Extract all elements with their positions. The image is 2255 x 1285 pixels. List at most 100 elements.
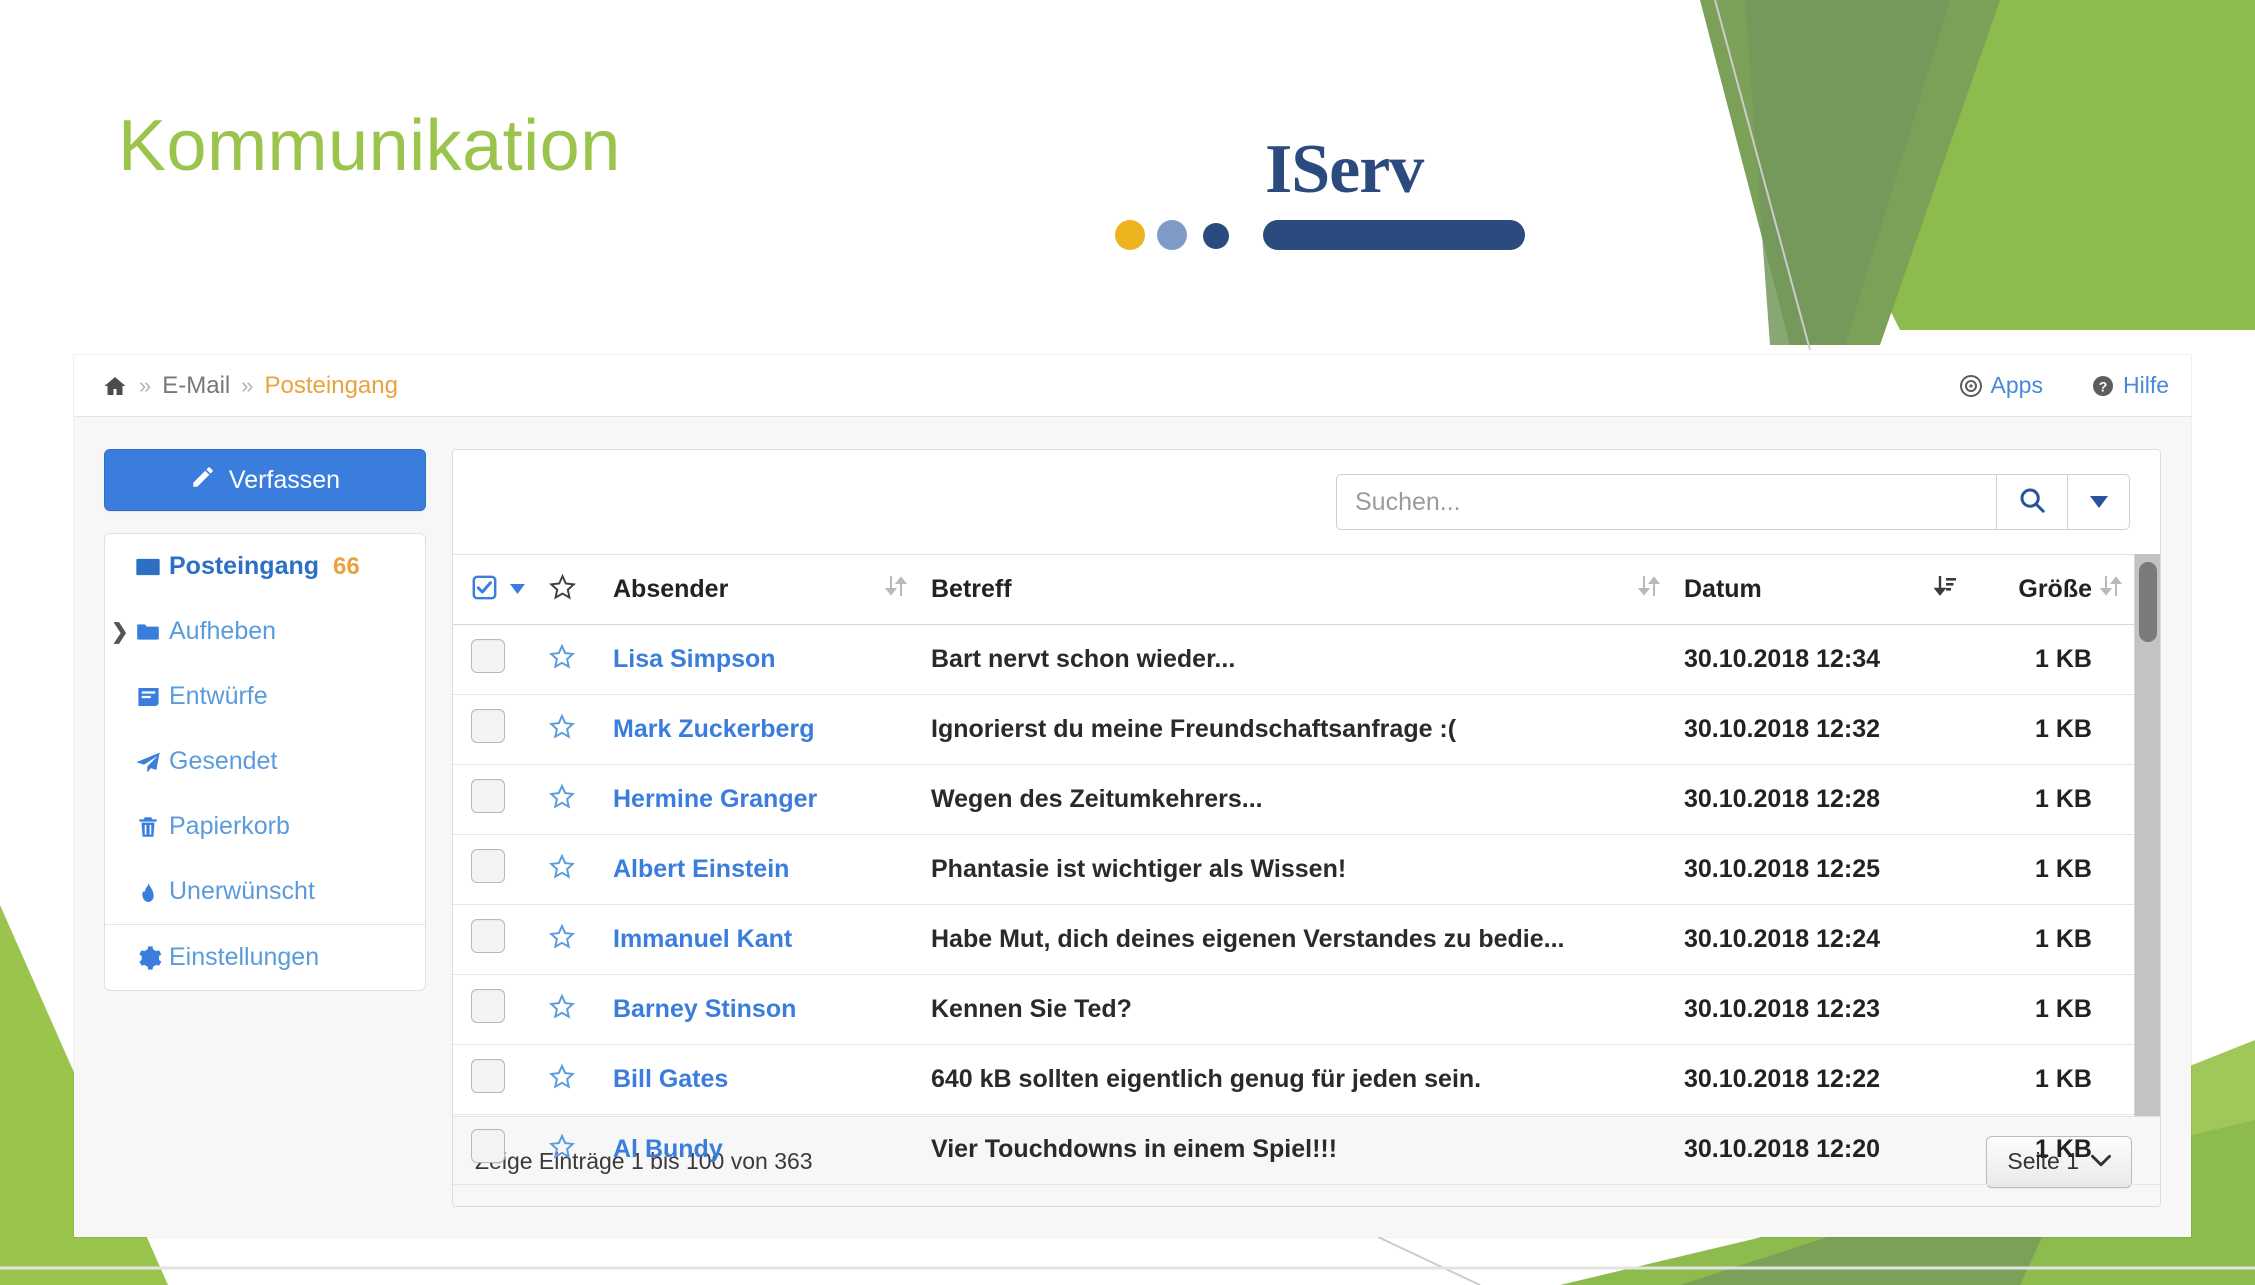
table-row[interactable]: Barney Stinson Kennen Sie Ted? 30.10.2018 …: [453, 975, 2160, 1045]
subject-text[interactable]: Kennen Sie Ted?: [931, 995, 1132, 1023]
row-select-cell[interactable]: [453, 1115, 549, 1185]
row-subject-cell[interactable]: Wegen des Zeitumkehrers...: [931, 765, 1638, 835]
row-sender-cell[interactable]: Barney Stinson: [613, 975, 885, 1045]
star-icon[interactable]: [548, 853, 576, 885]
row-flag-cell[interactable]: [548, 765, 613, 835]
table-row[interactable]: Bill Gates 640 kB sollten eigentlich genu…: [453, 1045, 2160, 1115]
subject-text[interactable]: Phantasie ist wichtiger als Wissen!: [931, 855, 1346, 883]
table-row[interactable]: Lisa Simpson Bart nervt schon wieder... 30…: [453, 625, 2160, 695]
home-icon[interactable]: [102, 374, 128, 398]
table-row[interactable]: Al Bundy Vier Touchdowns in einem Spiel!!…: [453, 1115, 2160, 1185]
sidebar-item-einstellungen[interactable]: Einstellungen: [105, 925, 425, 990]
sender-name[interactable]: Al Bundy: [613, 1135, 723, 1163]
row-checkbox[interactable]: [471, 919, 505, 953]
row-subject-cell[interactable]: 640 kB sollten eigentlich genug für jede…: [931, 1045, 1638, 1115]
subject-text[interactable]: Vier Touchdowns in einem Spiel!!!: [931, 1135, 1337, 1163]
sidebar-item-aufheben[interactable]: ❯ Aufheben: [105, 599, 425, 664]
star-icon[interactable]: [548, 1063, 576, 1095]
table-row[interactable]: Hermine Granger Wegen des Zeitumkehrers..…: [453, 765, 2160, 835]
sender-name[interactable]: Barney Stinson: [613, 995, 796, 1023]
subject-text[interactable]: Habe Mut, dich deines eigenen Verstandes…: [931, 925, 1565, 953]
row-sender-cell[interactable]: Albert Einstein: [613, 835, 885, 905]
row-select-cell[interactable]: [453, 975, 549, 1045]
help-link[interactable]: ? Hilfe: [2091, 372, 2169, 399]
column-select-all[interactable]: [453, 554, 549, 625]
star-icon[interactable]: [548, 643, 576, 675]
breadcrumb-item-posteingang[interactable]: Posteingang: [265, 372, 398, 400]
breadcrumb-item-email[interactable]: E-Mail: [162, 372, 230, 400]
row-flag-cell[interactable]: [548, 975, 613, 1045]
star-icon[interactable]: [548, 993, 576, 1025]
scrollbar-thumb[interactable]: [2139, 562, 2157, 642]
sort-toggle-absender[interactable]: [884, 554, 931, 625]
row-subject-cell[interactable]: Kennen Sie Ted?: [931, 975, 1638, 1045]
row-sender-cell[interactable]: Mark Zuckerberg: [613, 695, 885, 765]
sender-name[interactable]: Bill Gates: [613, 1065, 728, 1093]
row-subject-cell[interactable]: Habe Mut, dich deines eigenen Verstandes…: [931, 905, 1638, 975]
row-checkbox[interactable]: [471, 1129, 505, 1163]
row-select-cell[interactable]: [453, 765, 549, 835]
row-checkbox[interactable]: [471, 989, 505, 1023]
sender-name[interactable]: Albert Einstein: [613, 855, 789, 883]
row-flag-cell[interactable]: [548, 1045, 613, 1115]
row-subject-cell[interactable]: Ignorierst du meine Freundschaftsanfrage…: [931, 695, 1638, 765]
row-flag-cell[interactable]: [548, 625, 613, 695]
row-checkbox[interactable]: [471, 639, 505, 673]
star-icon[interactable]: [548, 1133, 576, 1165]
row-select-cell[interactable]: [453, 905, 549, 975]
row-select-cell[interactable]: [453, 835, 549, 905]
column-header-betreff[interactable]: Betreff: [931, 554, 1638, 625]
row-subject-cell[interactable]: Phantasie ist wichtiger als Wissen!: [931, 835, 1638, 905]
row-checkbox[interactable]: [471, 849, 505, 883]
sidebar-item-papierkorb[interactable]: Papierkorb: [105, 794, 425, 859]
star-icon[interactable]: [548, 783, 576, 815]
sidebar-item-posteingang[interactable]: Posteingang 66: [105, 534, 425, 599]
row-flag-cell[interactable]: [548, 905, 613, 975]
apps-link[interactable]: Apps: [1959, 372, 2043, 399]
table-row[interactable]: Immanuel Kant Habe Mut, dich deines eigen…: [453, 905, 2160, 975]
row-select-cell[interactable]: [453, 695, 549, 765]
row-checkbox[interactable]: [471, 1059, 505, 1093]
checkbox-checked-icon[interactable]: [471, 574, 498, 606]
row-subject-cell[interactable]: Bart nervt schon wieder...: [931, 625, 1638, 695]
chevron-right-icon[interactable]: ❯: [111, 619, 129, 644]
star-icon[interactable]: [548, 713, 576, 745]
table-row[interactable]: Albert Einstein Phantasie ist wichtiger a…: [453, 835, 2160, 905]
row-sender-cell[interactable]: Immanuel Kant: [613, 905, 885, 975]
subject-text[interactable]: Ignorierst du meine Freundschaftsanfrage…: [931, 715, 1456, 743]
mail-list-scrollbar[interactable]: [2134, 554, 2160, 1116]
subject-text[interactable]: Bart nervt schon wieder...: [931, 645, 1235, 673]
sender-name[interactable]: Immanuel Kant: [613, 925, 792, 953]
row-flag-cell[interactable]: [548, 835, 613, 905]
search-options-button[interactable]: [2068, 474, 2130, 530]
row-sender-cell[interactable]: Hermine Granger: [613, 765, 885, 835]
subject-text[interactable]: Wegen des Zeitumkehrers...: [931, 785, 1263, 813]
row-select-cell[interactable]: [453, 625, 549, 695]
compose-button[interactable]: Verfassen: [104, 449, 426, 511]
sidebar-item-entwuerfe[interactable]: Entwürfe: [105, 664, 425, 729]
row-flag-cell[interactable]: [548, 1115, 613, 1185]
table-row[interactable]: Mark Zuckerberg Ignorierst du meine Freun…: [453, 695, 2160, 765]
search-input[interactable]: [1336, 474, 1996, 530]
subject-text[interactable]: 640 kB sollten eigentlich genug für jede…: [931, 1065, 1481, 1093]
sort-toggle-betreff[interactable]: [1637, 554, 1684, 625]
sender-name[interactable]: Mark Zuckerberg: [613, 715, 814, 743]
row-sender-cell[interactable]: Lisa Simpson: [613, 625, 885, 695]
star-icon[interactable]: [548, 923, 576, 955]
sender-name[interactable]: Lisa Simpson: [613, 645, 776, 673]
row-flag-cell[interactable]: [548, 695, 613, 765]
sidebar-item-unerwuenscht[interactable]: Unerwünscht: [105, 859, 425, 924]
select-all-caret-down-icon[interactable]: [510, 581, 525, 599]
sender-name[interactable]: Hermine Granger: [613, 785, 817, 813]
sort-toggle-datum[interactable]: [1933, 554, 1980, 625]
row-checkbox[interactable]: [471, 709, 505, 743]
search-button[interactable]: [1996, 474, 2068, 530]
row-sender-cell[interactable]: Bill Gates: [613, 1045, 885, 1115]
row-sender-cell[interactable]: Al Bundy: [613, 1115, 885, 1185]
column-header-datum[interactable]: Datum: [1684, 554, 1934, 625]
sidebar-item-gesendet[interactable]: Gesendet: [105, 729, 425, 794]
row-select-cell[interactable]: [453, 1045, 549, 1115]
column-flag[interactable]: [549, 554, 613, 625]
column-header-groesse[interactable]: Größe: [1980, 554, 2100, 625]
row-checkbox[interactable]: [471, 779, 505, 813]
